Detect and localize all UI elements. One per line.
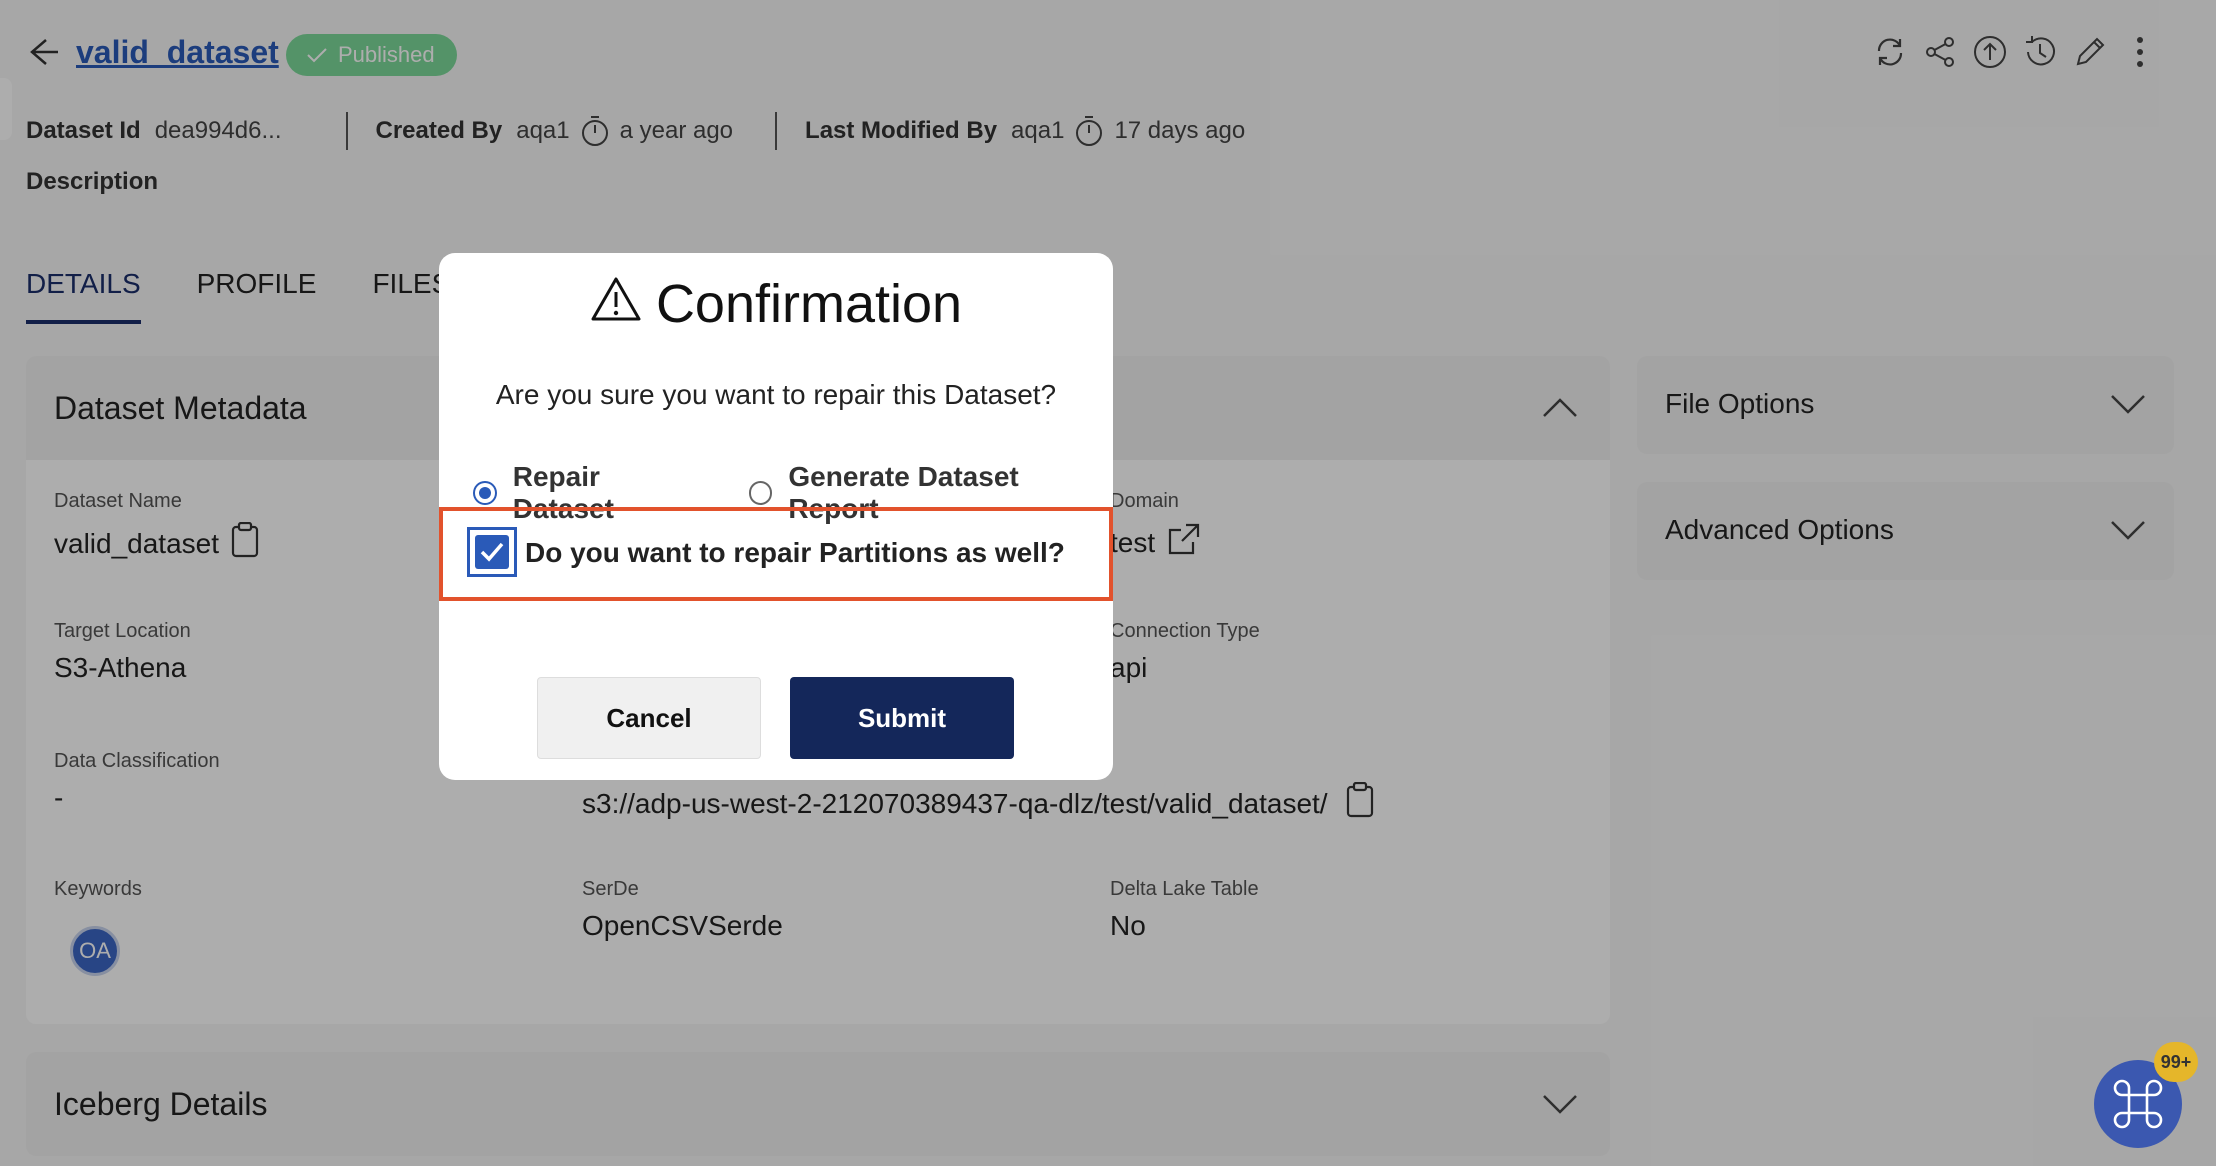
repair-partitions-label[interactable]: Do you want to repair Partitions as well… bbox=[525, 537, 1065, 569]
cancel-button[interactable]: Cancel bbox=[537, 677, 761, 759]
repair-partitions-checkbox[interactable] bbox=[467, 527, 517, 577]
radio-repair-dataset[interactable] bbox=[473, 481, 497, 505]
checkbox-checked bbox=[475, 535, 509, 569]
warning-icon bbox=[590, 273, 642, 335]
radio-generate-report[interactable] bbox=[748, 481, 773, 505]
confirmation-dialog: Confirmation Are you sure you want to re… bbox=[439, 253, 1113, 780]
dataset-details-page: valid_dataset Published Dataset Id dea99… bbox=[0, 0, 2216, 1166]
checkmark-icon bbox=[480, 542, 504, 562]
highlight-outline: Do you want to repair Partitions as well… bbox=[439, 507, 1113, 601]
dialog-message: Are you sure you want to repair this Dat… bbox=[495, 379, 1057, 410]
submit-button[interactable]: Submit bbox=[790, 677, 1014, 759]
dialog-title: Confirmation bbox=[439, 273, 1113, 335]
notification-badge: 99+ bbox=[2154, 1042, 2198, 1082]
dialog-title-text: Confirmation bbox=[655, 274, 963, 334]
